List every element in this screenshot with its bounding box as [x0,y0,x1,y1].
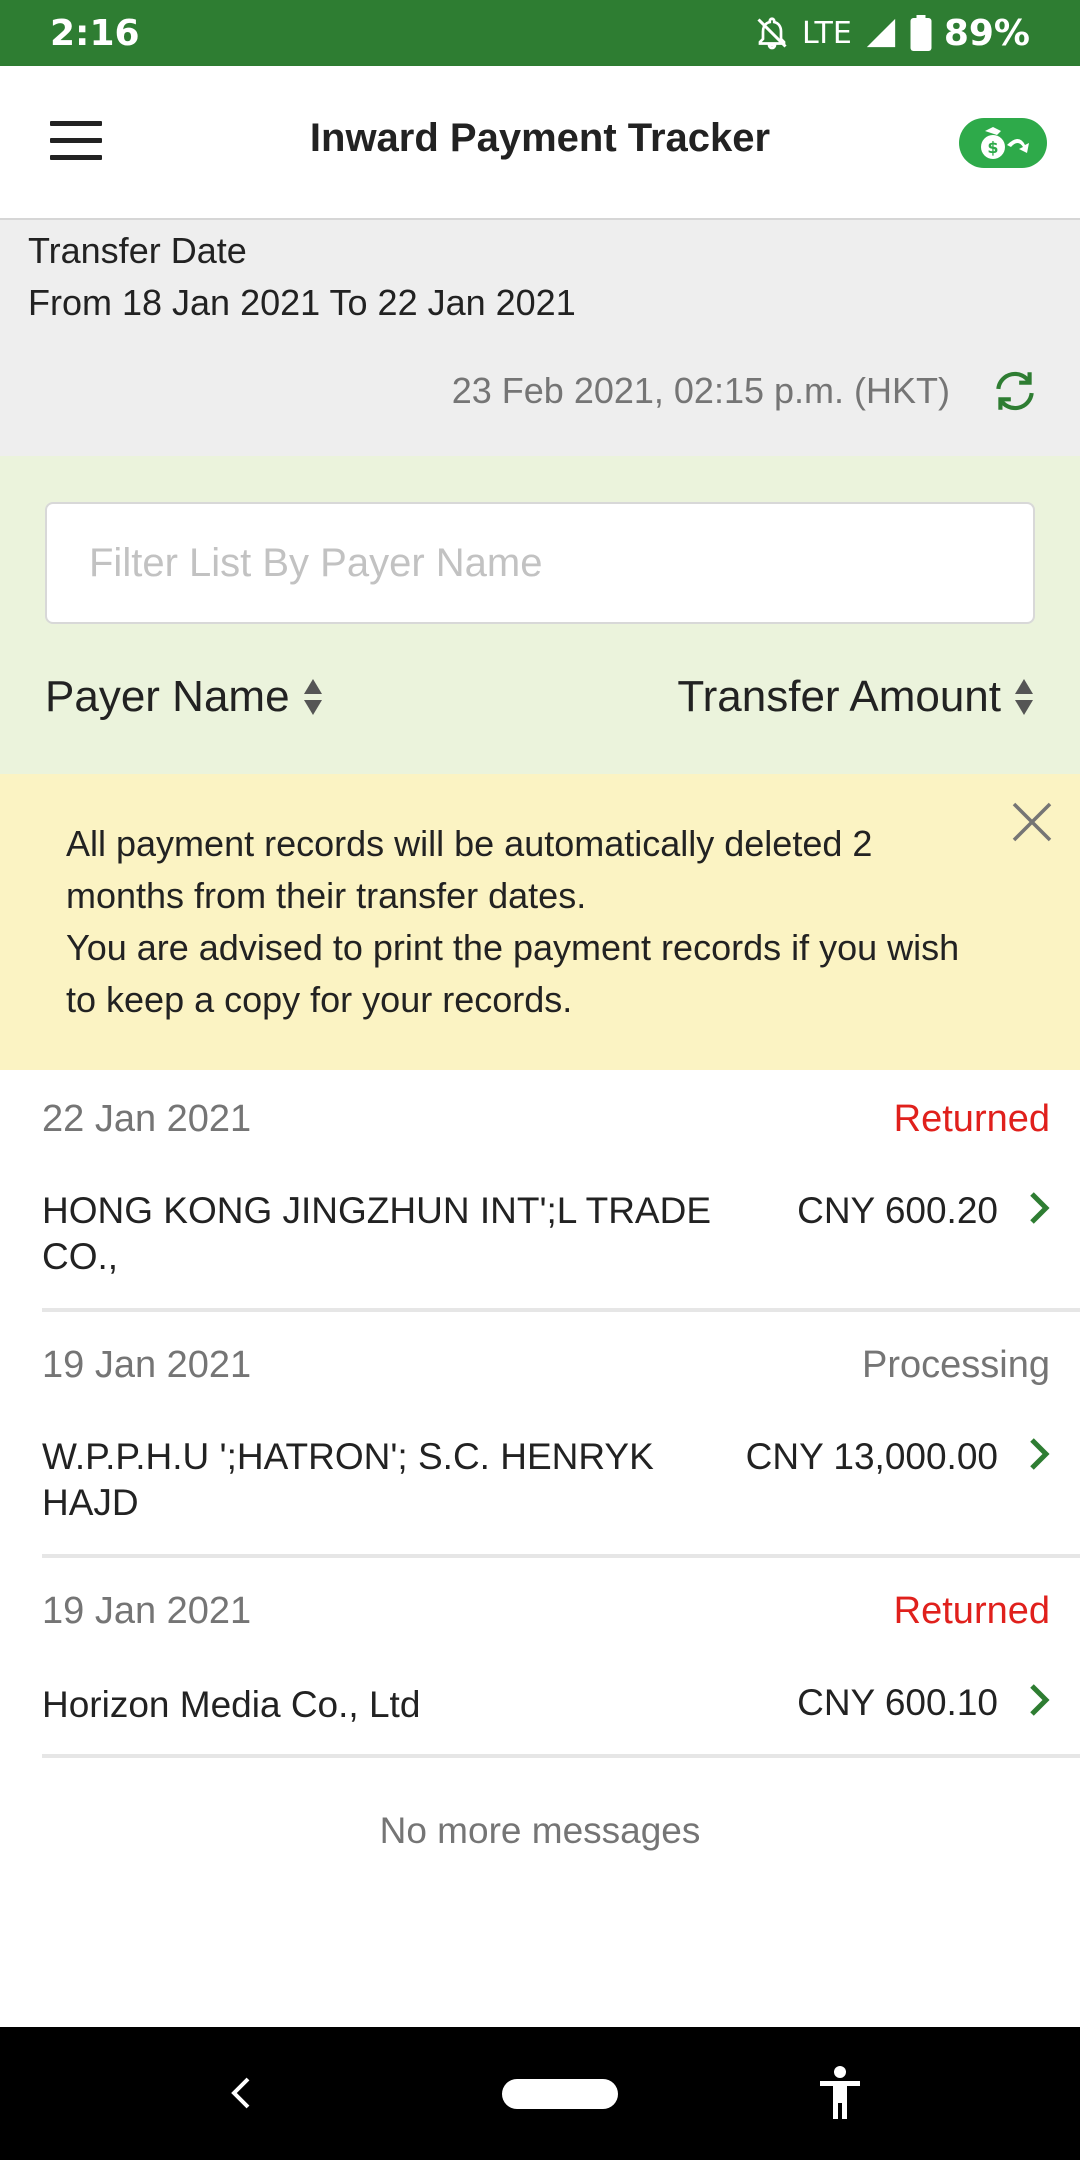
transfer-date-header: Transfer Date From 18 Jan 2021 To 22 Jan… [0,220,1080,456]
sort-payer-name-button[interactable]: Payer Name [45,672,324,722]
notice-line-2: You are advised to print the payment rec… [66,927,960,1020]
record-payer-name: Horizon Media Co., Ltd [42,1684,421,1725]
status-icons: LTE 89% [754,13,1030,54]
battery-icon [910,15,932,51]
chevron-right-icon[interactable] [1026,1680,1052,1720]
record-payer-name: HONG KONG JINGZHUN INT';L TRADE CO., [42,1190,711,1277]
chevron-right-icon[interactable] [1026,1188,1052,1228]
payment-record[interactable]: 22 Jan 2021 Returned HONG KONG JINGZHUN … [0,1070,1080,1316]
deletion-notice-banner: All payment records will be automaticall… [0,774,1080,1070]
notice-text: All payment records will be automaticall… [66,818,966,1026]
record-date: 19 Jan 2021 [42,1590,252,1632]
filter-section: Payer Name Transfer Amount [0,456,1080,774]
money-bag-return-icon: $ [981,127,1029,159]
transfer-date-range: From 18 Jan 2021 To 22 Jan 2021 [28,282,576,323]
refresh-icon[interactable] [990,366,1040,416]
no-more-messages: No more messages [379,1810,701,1851]
sort-icon [1015,679,1033,715]
sort-payer-name-label: Payer Name [45,672,290,721]
chevron-right-icon[interactable] [1026,1434,1052,1474]
bell-off-icon [757,17,787,50]
last-updated-time: 23 Feb 2021, 02:15 p.m. (HKT) [451,370,950,411]
record-amount: CNY 600.10 [797,1682,998,1723]
record-date: 22 Jan 2021 [42,1098,252,1140]
network-type: LTE [801,15,852,51]
close-icon[interactable] [1010,800,1054,844]
sort-icon [303,679,322,715]
transfer-date-label: Transfer Date [28,230,247,271]
app-bar: Inward Payment Tracker $ [0,66,1080,220]
record-amount: CNY 600.20 [797,1190,998,1231]
status-time: 2:16 [50,12,140,54]
notice-line-1: All payment records will be automaticall… [66,823,873,916]
record-payer-name: W.P.P.H.U ';HATRON'; S.C. HENRYK HAJD [42,1436,654,1523]
money-bag-return-button[interactable]: $ [959,118,1047,168]
sort-transfer-amount-button[interactable]: Transfer Amount [677,672,1035,722]
system-navigation-bar [0,2027,1080,2160]
sort-transfer-amount-label: Transfer Amount [677,672,1001,721]
payment-record[interactable]: 19 Jan 2021 Returned Horizon Media Co., … [0,1562,1080,1762]
status-bar: 2:16 LTE 89% [0,0,1080,66]
accessibility-icon[interactable] [816,2065,864,2121]
divider [42,1308,1080,1312]
svg-text:$: $ [987,138,998,157]
record-amount: CNY 13,000.00 [745,1436,998,1477]
record-date: 19 Jan 2021 [42,1344,252,1386]
signal-icon [866,18,895,48]
filter-payer-input[interactable] [45,502,1035,624]
record-status: Processing [862,1344,1050,1386]
home-pill-button[interactable] [502,2079,618,2109]
page-title: Inward Payment Tracker [309,116,771,160]
divider [42,1554,1080,1558]
back-icon[interactable] [226,2073,256,2113]
battery-percent: 89% [943,12,1030,54]
payment-record[interactable]: 19 Jan 2021 Processing W.P.P.H.U ';HATRO… [0,1316,1080,1562]
record-status: Returned [893,1590,1050,1632]
record-status: Returned [893,1098,1050,1140]
divider [42,1754,1080,1758]
